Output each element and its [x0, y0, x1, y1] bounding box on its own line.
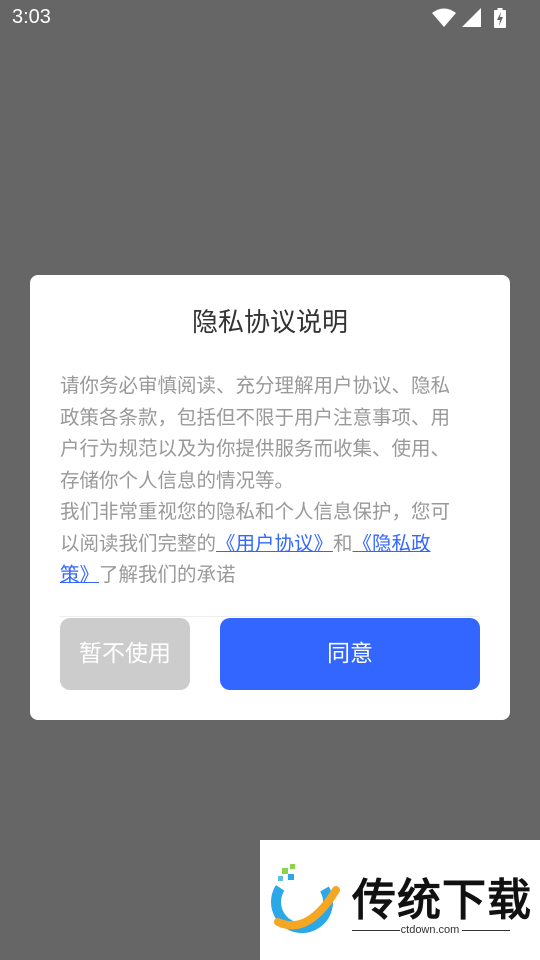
body-line-7: 策》了解我们的承诺 [60, 559, 480, 591]
and-text: 和 [333, 531, 353, 555]
dialog-title: 隐私协议说明 [191, 308, 348, 338]
body-line-5: 我们非常重视您的隐私和个人信息保护，您可 [60, 500, 451, 523]
body-line-4: 存储你个人信息的情况等。 [60, 468, 295, 492]
user-agreement-link[interactable]: 《用户协议》 [216, 532, 333, 555]
watermark-title: 传统下载 [352, 875, 532, 926]
body-line-1: 请你务必审慎阅读、充分理解用户协议、隐私 [60, 374, 451, 397]
watermark-domain: ctdown.com [400, 924, 460, 936]
privacy-policy-link-part1[interactable]: 《隐私政 [353, 532, 431, 555]
body-line-6: 以阅读我们完整的《用户协议》和《隐私政 [60, 528, 480, 560]
suffix-text: 了解我们的承诺 [99, 563, 236, 586]
body-line-2: 政策各条款，包括但不限于用户注意事项、用 [60, 405, 451, 429]
decline-button[interactable]: 暂不使用 [60, 618, 190, 690]
agree-button[interactable]: 同意 [220, 618, 480, 690]
body-line-6-prefix: 以阅读我们完整的 [60, 531, 217, 555]
watermark: 传统下载 ctdown.com [260, 840, 540, 960]
wifi-icon [432, 8, 456, 32]
status-bar: 3:03 [0, 0, 540, 36]
battery-charging-icon [494, 8, 506, 32]
privacy-policy-link-part2[interactable]: 策》 [60, 563, 99, 586]
divider [60, 616, 480, 617]
signal-icon [462, 8, 482, 32]
body-line-3: 户行为规范以及为你提供服务而收集、使用、 [60, 437, 451, 460]
watermark-logo-icon [268, 862, 342, 940]
privacy-dialog: 隐私协议说明 请你务必审慎阅读、充分理解用户协议、隐私 政策各条款，包括但不限于… [30, 275, 510, 720]
status-time: 3:03 [12, 6, 51, 28]
dialog-body: 请你务必审慎阅读、充分理解用户协议、隐私 政策各条款，包括但不限于用户注意事项、… [60, 370, 480, 591]
